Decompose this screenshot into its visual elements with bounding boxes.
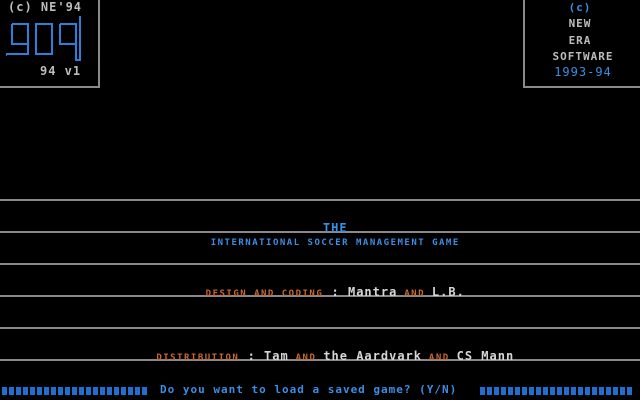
prompt-dash xyxy=(30,387,35,395)
prompt-dash xyxy=(578,387,583,395)
title-screen: (c) NE'94 94 v1 (c) NEW ERA SOFTWARE 199… xyxy=(0,0,640,400)
prompt-dash xyxy=(107,387,112,395)
prompt-dash xyxy=(585,387,590,395)
load-game-prompt[interactable]: Do you want to load a saved game? (Y/N) xyxy=(0,383,640,399)
distribution-label: DISTRIBUTION xyxy=(156,353,240,363)
prompt-dash xyxy=(522,387,527,395)
title-the: THE xyxy=(322,221,348,235)
prompt-dash xyxy=(100,387,105,395)
prompt-dash xyxy=(9,387,14,395)
prompt-dash xyxy=(121,387,126,395)
prompt-dash xyxy=(2,387,7,395)
distribution-sep: : xyxy=(239,349,265,363)
distribution-and-2: AND xyxy=(422,353,457,363)
prompt-dash xyxy=(65,387,70,395)
publisher-copyright: (c) xyxy=(568,1,592,14)
design-sep: : xyxy=(323,285,348,299)
copyright-text: (c) NE'94 xyxy=(8,0,83,14)
distribution-credits-line: DISTRIBUTION : Tam AND the Aardvark AND … xyxy=(0,336,640,376)
prompt-dash xyxy=(501,387,506,395)
distribution-name-3: CS Mann xyxy=(456,349,515,363)
divider xyxy=(0,199,640,201)
prompt-dashes-left xyxy=(2,387,152,395)
divider xyxy=(0,327,640,329)
prompt-dash xyxy=(51,387,56,395)
prompt-dash xyxy=(114,387,119,395)
design-and: AND xyxy=(397,289,432,299)
distribution-name-1: Tam xyxy=(264,349,289,363)
prompt-dash xyxy=(135,387,140,395)
prompt-dash xyxy=(72,387,77,395)
prompt-dash xyxy=(44,387,49,395)
game-logo xyxy=(6,16,81,61)
prompt-dash xyxy=(79,387,84,395)
prompt-dash xyxy=(494,387,499,395)
prompt-dash xyxy=(543,387,548,395)
prompt-dash xyxy=(620,387,625,395)
prompt-dash xyxy=(592,387,597,395)
prompt-dash xyxy=(606,387,611,395)
publisher-era: ERA xyxy=(568,34,592,47)
prompt-dash xyxy=(128,387,133,395)
prompt-dash xyxy=(480,387,485,395)
distribution-name-2: the Aardvark xyxy=(323,349,423,363)
prompt-dash xyxy=(627,387,632,395)
distribution-and-1: AND xyxy=(288,353,324,363)
divider xyxy=(0,263,640,265)
design-name-1: Mantra xyxy=(347,285,398,299)
prompt-dash xyxy=(515,387,520,395)
prompt-dashes-right xyxy=(480,387,638,395)
publisher-new: NEW xyxy=(568,17,592,30)
prompt-dash xyxy=(536,387,541,395)
game-title-line: THE INTERNATIONAL SOCCER MANAGEMENT GAME xyxy=(0,208,640,261)
prompt-dash xyxy=(557,387,562,395)
prompt-dash xyxy=(93,387,98,395)
prompt-dash xyxy=(58,387,63,395)
prompt-dash xyxy=(23,387,28,395)
prompt-dash xyxy=(86,387,91,395)
prompt-dash xyxy=(564,387,569,395)
publisher-years: 1993-94 xyxy=(554,65,612,79)
prompt-dash xyxy=(37,387,42,395)
version-text: 94 v1 xyxy=(40,64,82,78)
prompt-dash xyxy=(599,387,604,395)
prompt-dash xyxy=(508,387,513,395)
prompt-dash xyxy=(487,387,492,395)
prompt-dash xyxy=(529,387,534,395)
publisher-software: SOFTWARE xyxy=(552,50,614,63)
design-label: DESIGN AND CODING xyxy=(205,289,324,299)
load-game-question[interactable]: Do you want to load a saved game? (Y/N) xyxy=(160,383,457,396)
prompt-dash xyxy=(550,387,555,395)
design-credits-line: DESIGN AND CODING : Mantra AND L.B. xyxy=(0,272,640,312)
prompt-dash xyxy=(16,387,21,395)
title-rest: INTERNATIONAL SOCCER MANAGEMENT GAME xyxy=(210,238,460,248)
prompt-dash xyxy=(142,387,147,395)
prompt-dash xyxy=(571,387,576,395)
design-name-2: L.B. xyxy=(431,285,465,299)
prompt-dash xyxy=(613,387,618,395)
